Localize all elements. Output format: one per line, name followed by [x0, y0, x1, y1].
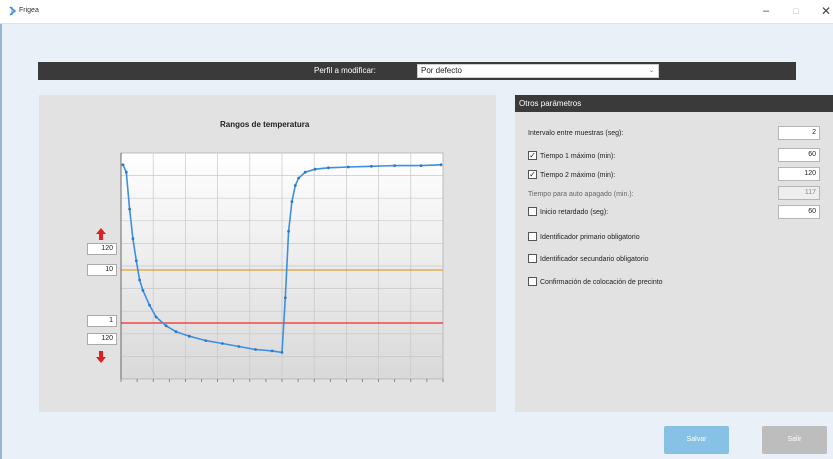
param-row[interactable]: Identificador secundario obligatorio — [528, 253, 649, 266]
param-label: Inicio retardado (seg): — [540, 209, 609, 216]
checkbox[interactable] — [528, 231, 537, 241]
param-input[interactable]: 60 — [778, 205, 820, 219]
param-row[interactable]: Confirmación de colocación de precinto — [528, 276, 663, 289]
param-label: Identificador secundario obligatorio — [540, 256, 649, 263]
param-row: Tiempo para auto apagado (min.): — [528, 189, 634, 201]
checkbox-checked[interactable]: ✓ — [528, 150, 537, 160]
param-row: Intervalo entre muestras (seg): — [528, 128, 623, 140]
param-label: Intervalo entre muestras (seg): — [528, 130, 624, 137]
checkbox[interactable] — [528, 206, 537, 216]
param-input[interactable]: 120 — [778, 167, 820, 181]
exit-button[interactable]: Salir — [762, 426, 827, 454]
save-button[interactable]: Salvar — [664, 426, 729, 454]
lower-max-input[interactable]: 120 — [87, 333, 117, 345]
profile-select-value: Por defecto — [421, 66, 462, 75]
param-label: Tiempo 2 máximo (min): — [540, 172, 616, 179]
chevron-down-icon: ⌄ — [648, 68, 654, 74]
lower-threshold-input[interactable]: 1 — [87, 315, 117, 327]
window-title: Frigea — [19, 7, 39, 14]
arrow-down-icon[interactable] — [96, 351, 106, 363]
param-label: Tiempo para auto apagado (min.): — [528, 191, 634, 198]
window-border — [0, 24, 2, 459]
params-header: Otros parámetros — [515, 95, 833, 112]
maximize-button[interactable]: □ — [789, 4, 803, 18]
param-row[interactable]: ✓ Tiempo 2 máximo (min): — [528, 169, 616, 182]
arrow-up-icon[interactable] — [96, 228, 106, 240]
param-label: Confirmación de colocación de precinto — [540, 279, 663, 286]
chart-title: Rangos de temperatura — [220, 120, 310, 129]
param-row[interactable]: ✓ Tiempo 1 máximo (min): — [528, 150, 616, 163]
param-label: Identificador primario obligatorio — [540, 234, 640, 241]
profile-bar: Perfil a modificar: Por defecto ⌄ — [38, 62, 796, 80]
param-row[interactable]: Identificador primario obligatorio — [528, 231, 640, 244]
param-input: 117 — [778, 186, 820, 200]
upper-max-input[interactable]: 120 — [87, 243, 117, 255]
close-button[interactable]: ✕ — [819, 4, 833, 18]
param-row[interactable]: Inicio retardado (seg): — [528, 206, 609, 219]
checkbox[interactable] — [528, 253, 537, 263]
title-bar: Frigea – □ ✕ — [0, 0, 833, 24]
param-input[interactable]: 2 — [778, 126, 820, 140]
minimize-button[interactable]: – — [759, 4, 773, 18]
checkbox[interactable] — [528, 276, 537, 286]
checkbox-checked[interactable]: ✓ — [528, 169, 537, 179]
param-input[interactable]: 60 — [778, 148, 820, 162]
param-label: Tiempo 1 máximo (min): — [540, 153, 616, 160]
profile-label: Perfil a modificar: — [314, 66, 376, 75]
app-logo-icon — [9, 6, 17, 16]
upper-threshold-input[interactable]: 10 — [87, 264, 117, 276]
profile-select[interactable]: Por defecto ⌄ — [417, 64, 659, 78]
